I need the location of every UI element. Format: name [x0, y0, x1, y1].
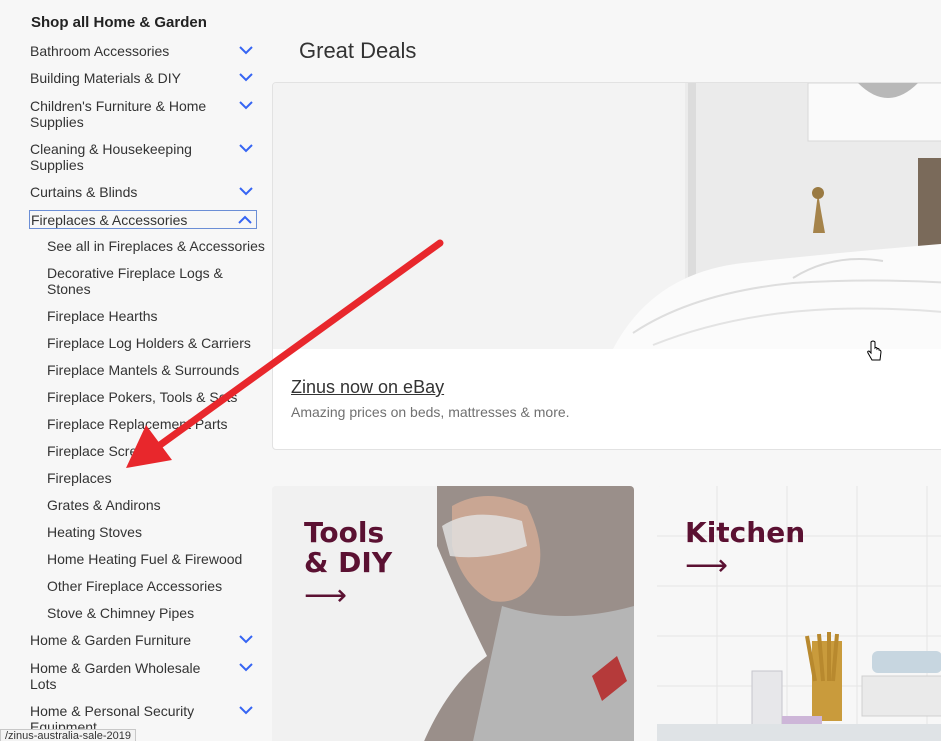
- deal-subtitle: Amazing prices on beds, mattresses & mor…: [291, 404, 570, 420]
- sidebar-title: Shop all Home & Garden: [31, 14, 207, 31]
- status-bar-url: /zinus-australia-sale-2019: [0, 729, 136, 741]
- sidebar-item-label: Curtains & Blinds: [30, 184, 138, 200]
- promo-title: Kitchen: [685, 516, 806, 549]
- page-title: Great Deals: [299, 38, 417, 63]
- chevron-down-icon[interactable]: [238, 632, 254, 646]
- sidebar-item-bathroom-accessories[interactable]: Bathroom Accessories: [30, 43, 258, 59]
- sidebar-item-garden-furniture[interactable]: Home & Garden Furniture: [30, 632, 258, 648]
- sidebar-item-label: Home & Garden Furniture: [30, 632, 192, 648]
- chevron-down-icon[interactable]: [238, 70, 254, 84]
- sidebar-item-fireplaces-accessories[interactable]: Fireplaces & Accessories: [29, 210, 257, 229]
- subcategory-heating-fuel[interactable]: Home Heating Fuel & Firewood: [47, 551, 272, 567]
- sidebar-item-label: Cleaning & Housekeeping Supplies: [30, 141, 192, 173]
- subcategory-log-holders[interactable]: Fireplace Log Holders & Carriers: [47, 335, 272, 351]
- sidebar-item-label: Bathroom Accessories: [30, 43, 170, 59]
- sidebar-item-curtains-blinds[interactable]: Curtains & Blinds: [30, 184, 258, 200]
- subcategory-replacement-parts[interactable]: Fireplace Replacement Parts: [47, 416, 272, 432]
- hand-cursor-icon: [867, 340, 882, 361]
- chevron-down-icon[interactable]: [238, 141, 254, 155]
- bedroom-banner-image[interactable]: [273, 83, 941, 349]
- subcategory-grates-andirons[interactable]: Grates & Andirons: [47, 497, 272, 513]
- sidebar-item-childrens-furniture[interactable]: Children's Furniture & Home Supplies: [30, 98, 258, 130]
- chevron-down-icon[interactable]: [238, 98, 254, 112]
- promo-title-line1: Tools: [304, 516, 385, 549]
- arrow-right-icon[interactable]: ⟶: [685, 551, 728, 581]
- sidebar-item-wholesale-lots[interactable]: Home & Garden Wholesale Lots: [30, 660, 258, 692]
- chevron-down-icon[interactable]: [238, 703, 254, 717]
- sidebar-item-label: Children's Furniture & Home Supplies: [30, 98, 207, 130]
- sidebar-item-label: Building Materials & DIY: [30, 70, 181, 86]
- chevron-down-icon[interactable]: [238, 43, 254, 57]
- promo-title-line2: & DIY: [304, 546, 393, 579]
- chevron-up-icon[interactable]: [237, 213, 253, 227]
- category-sidebar: Shop all Home & Garden Bathroom Accessor…: [0, 0, 272, 741]
- deal-title-link[interactable]: Zinus now on eBay: [291, 377, 444, 398]
- subcategory-other-accessories[interactable]: Other Fireplace Accessories: [47, 578, 272, 594]
- subcategory-see-all[interactable]: See all in Fireplaces & Accessories: [47, 238, 272, 254]
- sidebar-item-cleaning-housekeeping[interactable]: Cleaning & Housekeeping Supplies: [30, 141, 258, 173]
- chevron-down-icon[interactable]: [238, 184, 254, 198]
- subcategory-screens[interactable]: Fireplace Screens: [47, 443, 272, 459]
- sidebar-item-label: Fireplaces & Accessories: [31, 212, 188, 228]
- subcategory-hearths[interactable]: Fireplace Hearths: [47, 308, 272, 324]
- subcategory-mantels[interactable]: Fireplace Mantels & Surrounds: [47, 362, 272, 378]
- chevron-down-icon[interactable]: [238, 660, 254, 674]
- subcategory-stove-chimney-pipes[interactable]: Stove & Chimney Pipes: [47, 605, 272, 621]
- sidebar-item-label: Home & Garden Wholesale Lots: [30, 660, 201, 692]
- subcategory-fireplaces[interactable]: Fireplaces: [47, 470, 272, 486]
- subcategory-pokers-tools[interactable]: Fireplace Pokers, Tools & Sets: [47, 389, 272, 405]
- subcategory-decorative-logs[interactable]: Decorative Fireplace Logs & Stones: [47, 265, 247, 297]
- arrow-right-icon[interactable]: ⟶: [304, 581, 347, 611]
- subcategory-heating-stoves[interactable]: Heating Stoves: [47, 524, 272, 540]
- promo-card-kitchen[interactable]: Kitchen ⟶: [657, 486, 941, 741]
- promo-card-tools-diy[interactable]: Tools & DIY ⟶: [272, 486, 634, 741]
- deal-card[interactable]: Zinus now on eBay Amazing prices on beds…: [272, 82, 941, 450]
- sidebar-item-building-materials[interactable]: Building Materials & DIY: [30, 70, 258, 86]
